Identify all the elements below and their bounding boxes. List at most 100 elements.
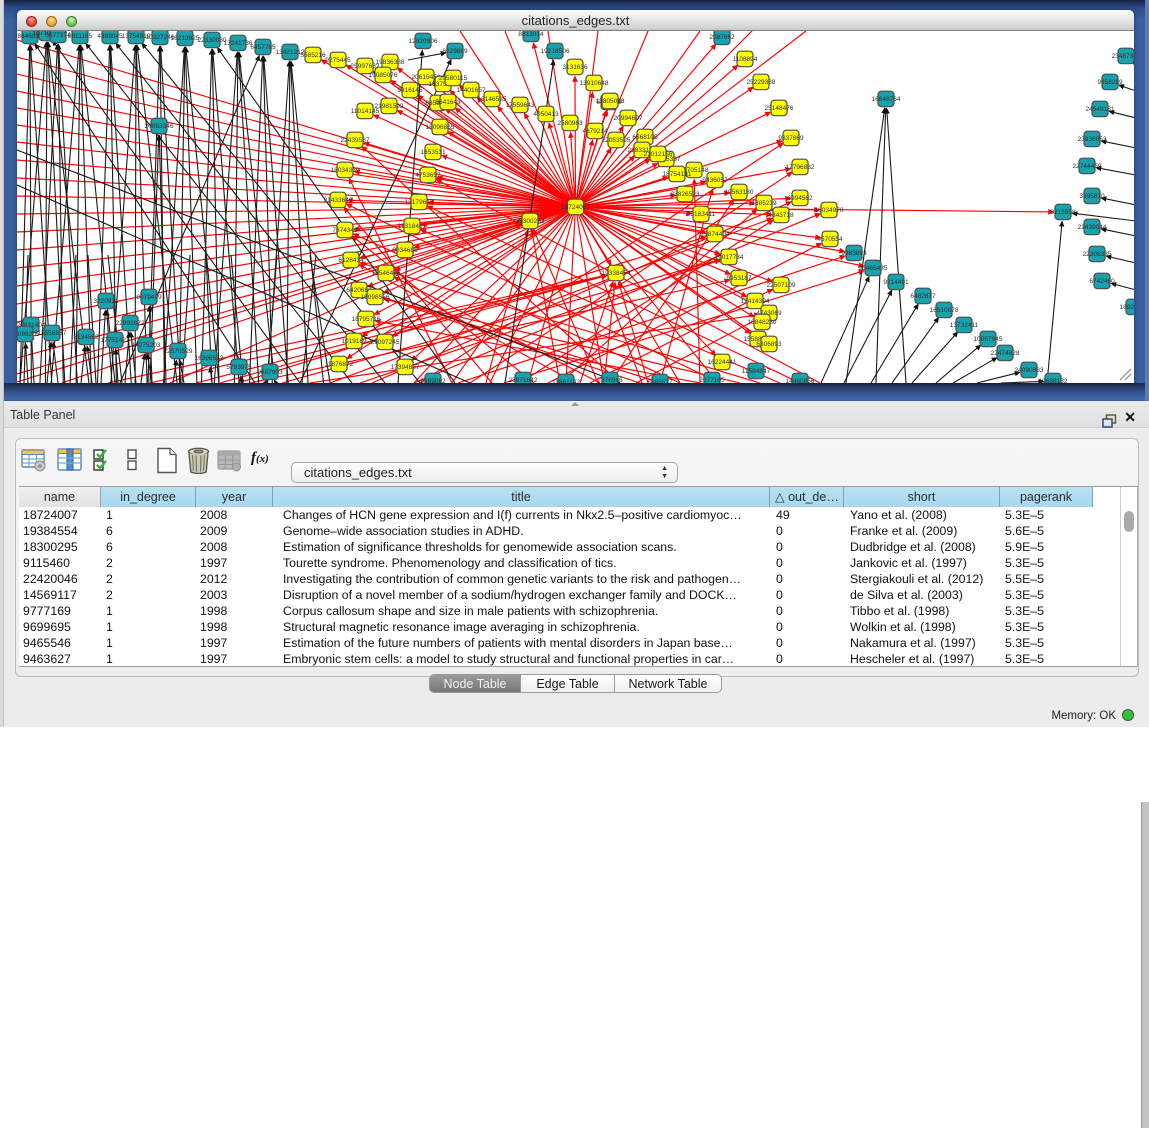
svg-text:14275203: 14275203 xyxy=(132,342,161,349)
svg-text:8369062: 8369062 xyxy=(420,378,446,383)
svg-text:25300233: 25300233 xyxy=(516,218,545,225)
svg-text:19688132: 19688132 xyxy=(1039,378,1068,383)
svg-text:21439044: 21439044 xyxy=(1078,224,1107,231)
svg-text:6994562: 6994562 xyxy=(787,195,813,202)
svg-text:1385239: 1385239 xyxy=(751,200,777,207)
svg-text:18724007: 18724007 xyxy=(561,204,590,211)
svg-text:2087662: 2087662 xyxy=(709,34,735,41)
svg-text:18922760: 18922760 xyxy=(1120,304,1134,311)
svg-text:24090883: 24090883 xyxy=(1015,367,1044,374)
svg-text:19218506: 19218506 xyxy=(541,48,570,55)
svg-text:19085076: 19085076 xyxy=(369,72,398,79)
svg-text:8215958: 8215958 xyxy=(1050,209,1076,216)
svg-text:11318461: 11318461 xyxy=(398,223,427,230)
svg-text:13910648: 13910648 xyxy=(580,80,609,87)
svg-text:13732411: 13732411 xyxy=(950,322,979,329)
svg-text:20053346: 20053346 xyxy=(145,123,174,130)
svg-text:3220921: 3220921 xyxy=(93,298,119,305)
svg-text:4753657: 4753657 xyxy=(415,172,441,179)
svg-text:4843718: 4843718 xyxy=(768,212,794,219)
svg-text:21433649: 21433649 xyxy=(324,197,353,204)
svg-text:17751421: 17751421 xyxy=(101,337,130,344)
svg-text:9275445: 9275445 xyxy=(325,57,351,64)
svg-text:9837869: 9837869 xyxy=(778,135,804,142)
svg-text:16648764: 16648764 xyxy=(872,96,901,103)
svg-text:10057945: 10057945 xyxy=(974,336,1003,343)
svg-text:21012166: 21012166 xyxy=(644,151,673,158)
svg-text:6457765: 6457765 xyxy=(250,44,276,51)
svg-text:6742460: 6742460 xyxy=(1089,278,1115,285)
svg-text:9958289: 9958289 xyxy=(1097,79,1123,86)
svg-text:22744459: 22744459 xyxy=(1073,163,1102,170)
svg-text:23487347: 23487347 xyxy=(1112,53,1134,60)
svg-text:25465435: 25465435 xyxy=(859,265,888,272)
svg-text:9436057: 9436057 xyxy=(702,177,728,184)
svg-text:18754131: 18754131 xyxy=(663,171,692,178)
svg-text:1108894: 1108894 xyxy=(733,56,758,63)
svg-text:19563180: 19563180 xyxy=(725,189,754,196)
svg-text:16224441: 16224441 xyxy=(708,359,737,366)
svg-text:24549181: 24549181 xyxy=(1086,106,1115,113)
svg-text:18096865: 18096865 xyxy=(426,124,455,131)
svg-text:25148476: 25148476 xyxy=(765,105,794,112)
svg-text:8134562: 8134562 xyxy=(73,334,99,341)
svg-text:13146585: 13146585 xyxy=(478,96,507,103)
svg-text:1653531: 1653531 xyxy=(420,149,446,156)
svg-text:22474828: 22474828 xyxy=(991,350,1020,357)
svg-text:6482877: 6482877 xyxy=(910,293,936,300)
svg-text:4679214: 4679214 xyxy=(582,128,608,135)
svg-text:4050413: 4050413 xyxy=(533,111,559,118)
svg-text:11014145: 11014145 xyxy=(351,108,380,115)
svg-text:4570554: 4570554 xyxy=(817,236,843,243)
svg-text:12920906: 12920906 xyxy=(409,38,438,45)
svg-text:22306335: 22306335 xyxy=(1083,251,1112,258)
svg-text:16510878: 16510878 xyxy=(930,307,959,314)
svg-text:9816145: 9816145 xyxy=(397,87,423,94)
svg-text:19836388: 19836388 xyxy=(376,59,405,66)
svg-text:18795716: 18795716 xyxy=(352,316,381,323)
svg-text:9034686: 9034686 xyxy=(392,247,418,254)
svg-text:20580115: 20580115 xyxy=(439,75,468,82)
svg-text:12414394: 12414394 xyxy=(741,298,770,305)
svg-text:8685577: 8685577 xyxy=(647,379,673,383)
svg-text:23936053: 23936053 xyxy=(1078,136,1107,143)
svg-text:6306893: 6306893 xyxy=(756,341,782,348)
svg-text:22507109: 22507109 xyxy=(767,282,796,289)
svg-text:10848230: 10848230 xyxy=(748,319,777,326)
svg-text:17559643: 17559643 xyxy=(506,102,535,109)
svg-text:17796882: 17796882 xyxy=(786,164,815,171)
svg-text:9887903: 9887903 xyxy=(257,369,283,376)
svg-text:22330030: 22330030 xyxy=(198,37,227,44)
svg-text:17394887: 17394887 xyxy=(391,364,420,371)
svg-text:8811165: 8811165 xyxy=(68,33,93,40)
svg-text:19098556: 19098556 xyxy=(361,294,390,301)
svg-text:2876966: 2876966 xyxy=(597,377,623,383)
svg-text:21097245: 21097245 xyxy=(371,339,400,346)
svg-text:9983893: 9983893 xyxy=(841,250,867,257)
svg-text:9214491: 9214491 xyxy=(883,279,909,286)
svg-text:8079409: 8079409 xyxy=(136,294,162,301)
svg-text:3131636: 3131636 xyxy=(562,64,588,71)
svg-text:13546466: 13546466 xyxy=(372,270,401,277)
svg-text:11881122: 11881122 xyxy=(552,379,580,383)
svg-text:25089205: 25089205 xyxy=(17,331,40,338)
svg-text:6368105: 6368105 xyxy=(632,134,658,141)
svg-text:18034970: 18034970 xyxy=(815,207,844,214)
svg-text:3395870: 3395870 xyxy=(1079,193,1105,200)
svg-text:19017734: 19017734 xyxy=(715,254,744,261)
svg-text:22053595: 22053595 xyxy=(602,137,631,144)
svg-text:5685216: 5685216 xyxy=(300,52,326,59)
svg-text:9953167: 9953167 xyxy=(726,275,752,282)
svg-text:11876872: 11876872 xyxy=(325,361,354,368)
svg-text:13179613: 13179613 xyxy=(405,199,434,206)
svg-text:5641643: 5641643 xyxy=(435,99,461,106)
svg-text:11558837: 11558837 xyxy=(38,330,67,337)
svg-text:19338454: 19338454 xyxy=(602,270,631,277)
svg-text:6128434: 6128434 xyxy=(338,257,364,264)
svg-text:20994697: 20994697 xyxy=(614,115,643,122)
svg-text:4389045: 4389045 xyxy=(97,33,123,40)
svg-text:25183411: 25183411 xyxy=(687,211,716,218)
svg-text:16213925: 16213925 xyxy=(171,35,200,42)
svg-text:11584847: 11584847 xyxy=(742,368,771,375)
svg-text:22439587: 22439587 xyxy=(341,137,370,144)
